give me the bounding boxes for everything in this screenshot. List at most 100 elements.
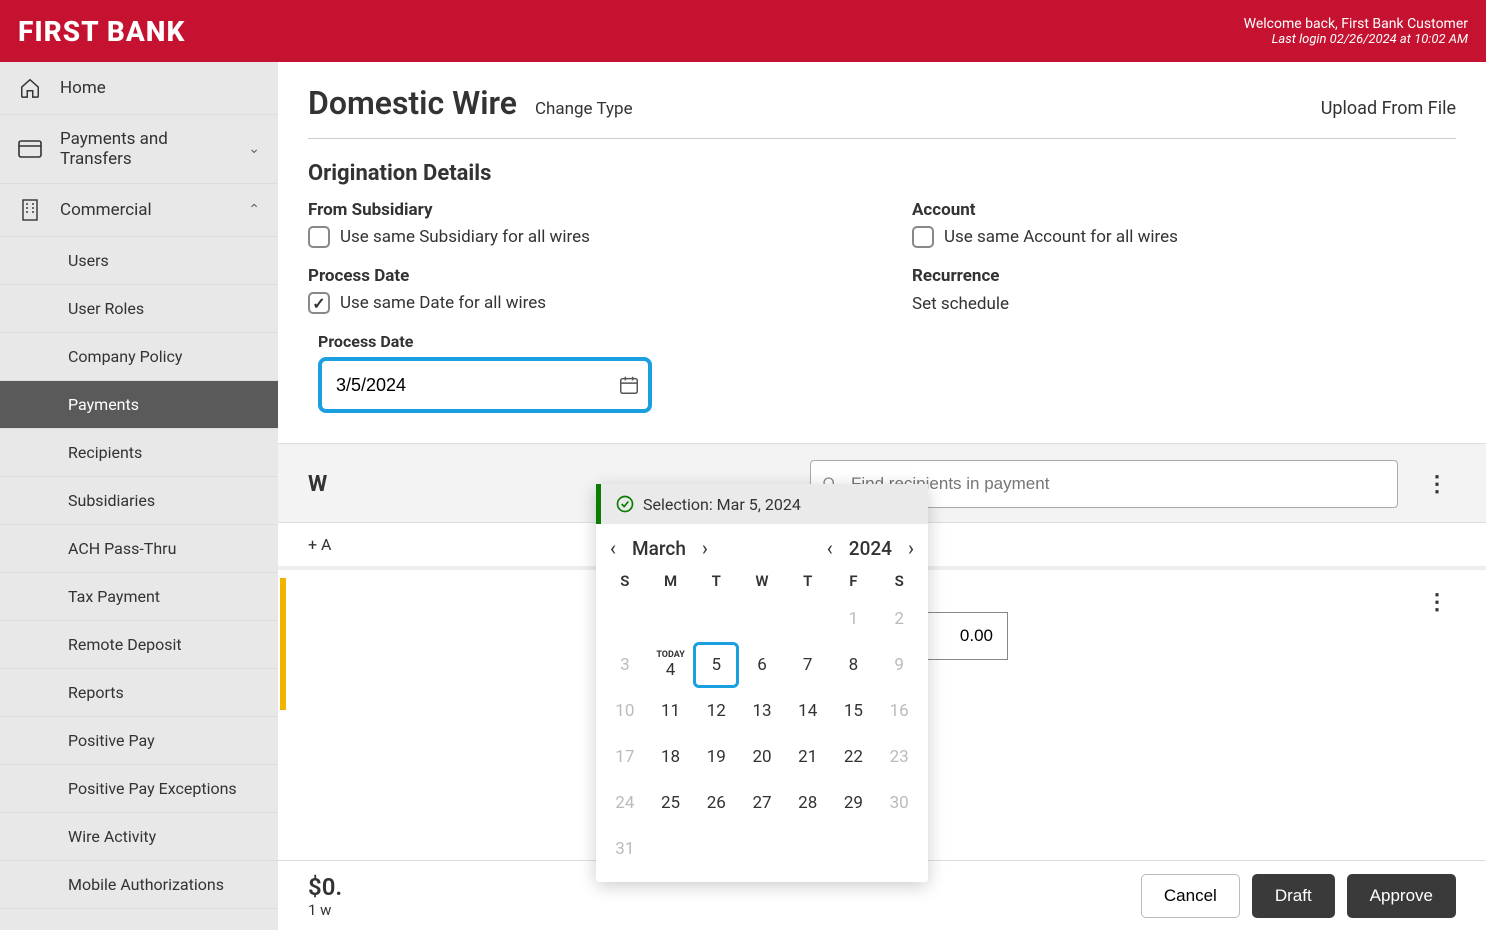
datepicker-dow: M — [648, 566, 694, 596]
sidebar-item-wire-activity[interactable]: Wire Activity — [0, 813, 278, 861]
datepicker-year-label: 2024 — [849, 537, 892, 560]
datepicker-day[interactable]: 14 — [785, 688, 831, 734]
use-same-account-checkbox[interactable] — [912, 226, 934, 248]
sidebar-item-home[interactable]: Home — [0, 62, 278, 115]
sidebar-item-label: Home — [60, 78, 106, 98]
draft-button[interactable]: Draft — [1252, 874, 1335, 918]
account-label: Account — [912, 200, 1456, 220]
datepicker-dow: S — [602, 566, 648, 596]
sidebar-item-positive-pay[interactable]: Positive Pay — [0, 717, 278, 765]
datepicker-day[interactable]: 3 — [602, 642, 648, 688]
sidebar-item-label: Payments and Transfers — [60, 129, 230, 169]
datepicker-grid: SMTWTFS123TODAY4567891011121314151617181… — [596, 566, 928, 882]
change-type-link[interactable]: Change Type — [535, 99, 633, 119]
page-title: Domestic Wire — [308, 84, 517, 122]
use-same-date-checkbox[interactable] — [308, 292, 330, 314]
datepicker-day[interactable]: 31 — [602, 826, 648, 872]
datepicker-day[interactable]: 30 — [876, 780, 922, 826]
logo: FIRST BANK — [18, 15, 185, 48]
datepicker-day[interactable]: 16 — [876, 688, 922, 734]
datepicker-day[interactable]: 21 — [785, 734, 831, 780]
calendar-icon[interactable] — [618, 374, 640, 396]
cancel-button[interactable]: Cancel — [1141, 874, 1240, 918]
origination-details-heading: Origination Details — [308, 161, 1456, 186]
next-year-button[interactable]: › — [908, 536, 914, 560]
use-same-account-label: Use same Account for all wires — [944, 227, 1178, 247]
sidebar-item-remote-deposit[interactable]: Remote Deposit — [0, 621, 278, 669]
datepicker-day[interactable]: 7 — [785, 642, 831, 688]
chevron-up-icon: ⌃ — [248, 202, 260, 218]
sidebar-item-tax-payment[interactable]: Tax Payment — [0, 573, 278, 621]
datepicker-selection-bar: Selection: Mar 5, 2024 — [596, 484, 928, 524]
use-same-date-label: Use same Date for all wires — [340, 293, 546, 313]
process-date-input[interactable] — [318, 357, 652, 413]
datepicker-day[interactable]: 13 — [739, 688, 785, 734]
datepicker-day[interactable]: 10 — [602, 688, 648, 734]
footer-wires-count: 1 w — [308, 901, 342, 919]
recipient-more-menu[interactable]: ⋮ — [1418, 586, 1456, 702]
sidebar-item-payments-transfers[interactable]: Payments and Transfers ⌄ — [0, 115, 278, 184]
datepicker-month-label: March — [632, 537, 686, 560]
datepicker-day[interactable]: 1 — [831, 596, 877, 642]
datepicker-day[interactable]: 25 — [648, 780, 694, 826]
datepicker-dow: T — [693, 566, 739, 596]
datepicker-day[interactable]: 19 — [693, 734, 739, 780]
datepicker-day[interactable]: 11 — [648, 688, 694, 734]
set-schedule-link[interactable]: Set schedule — [912, 294, 1456, 314]
upload-from-file-link[interactable]: Upload From File — [1321, 98, 1456, 119]
datepicker-day — [648, 596, 694, 642]
building-icon — [18, 198, 42, 222]
datepicker-day[interactable]: 2 — [876, 596, 922, 642]
datepicker-day[interactable]: 9 — [876, 642, 922, 688]
sidebar-item-subsidiaries[interactable]: Subsidiaries — [0, 477, 278, 525]
wires-header: W — [308, 472, 327, 497]
last-login: Last login 02/26/2024 at 10:02 AM — [1244, 32, 1468, 47]
datepicker-day[interactable]: 27 — [739, 780, 785, 826]
sidebar-item-reports[interactable]: Reports — [0, 669, 278, 717]
welcome-block: Welcome back, First Bank Customer Last l… — [1244, 16, 1468, 47]
datepicker-day[interactable]: 23 — [876, 734, 922, 780]
prev-year-button[interactable]: ‹ — [827, 536, 833, 560]
sidebar-item-users[interactable]: Users — [0, 237, 278, 285]
footer-summary: $0. 1 w — [308, 873, 342, 919]
datepicker-day[interactable]: 17 — [602, 734, 648, 780]
datepicker-day[interactable]: 24 — [602, 780, 648, 826]
datepicker-day[interactable]: 5 — [693, 642, 739, 688]
sidebar-item-payments[interactable]: Payments — [0, 381, 278, 429]
check-circle-icon — [615, 494, 635, 514]
chevron-down-icon: ⌄ — [248, 141, 260, 157]
datepicker-day[interactable]: 28 — [785, 780, 831, 826]
recurrence-label: Recurrence — [912, 266, 1456, 286]
next-month-button[interactable]: › — [702, 536, 708, 560]
datepicker-day[interactable]: 12 — [693, 688, 739, 734]
status-bar — [280, 578, 286, 710]
sidebar-item-user-roles[interactable]: User Roles — [0, 285, 278, 333]
datepicker-dow: F — [831, 566, 877, 596]
datepicker-day[interactable]: 26 — [693, 780, 739, 826]
home-icon — [18, 76, 42, 100]
wires-more-menu[interactable]: ⋮ — [1418, 468, 1456, 501]
datepicker-day[interactable]: 22 — [831, 734, 877, 780]
datepicker-popover: Selection: Mar 5, 2024 ‹ March › ‹ 2024 … — [596, 484, 928, 882]
process-date-sublabel: Process Date — [318, 332, 852, 351]
datepicker-day[interactable]: 20 — [739, 734, 785, 780]
datepicker-day — [739, 596, 785, 642]
sidebar-item-commercial[interactable]: Commercial ⌃ — [0, 184, 278, 237]
sidebar-item-mobile-authorizations[interactable]: Mobile Authorizations — [0, 861, 278, 909]
datepicker-day[interactable]: 6 — [739, 642, 785, 688]
footer-total: $0. — [308, 873, 342, 901]
sidebar-item-company-policy[interactable]: Company Policy — [0, 333, 278, 381]
app-header: FIRST BANK Welcome back, First Bank Cust… — [0, 0, 1486, 62]
prev-month-button[interactable]: ‹ — [610, 536, 616, 560]
use-same-subsidiary-checkbox[interactable] — [308, 226, 330, 248]
datepicker-day[interactable]: 8 — [831, 642, 877, 688]
sidebar-item-ach-pass-thru[interactable]: ACH Pass-Thru — [0, 525, 278, 573]
sidebar-item-positive-pay-exceptions[interactable]: Positive Pay Exceptions — [0, 765, 278, 813]
page-title-row: Domestic Wire Change Type Upload From Fi… — [308, 84, 1456, 139]
datepicker-day[interactable]: 18 — [648, 734, 694, 780]
sidebar-item-recipients[interactable]: Recipients — [0, 429, 278, 477]
datepicker-day[interactable]: TODAY4 — [648, 642, 694, 688]
datepicker-day[interactable]: 29 — [831, 780, 877, 826]
datepicker-day[interactable]: 15 — [831, 688, 877, 734]
approve-button[interactable]: Approve — [1347, 874, 1456, 918]
